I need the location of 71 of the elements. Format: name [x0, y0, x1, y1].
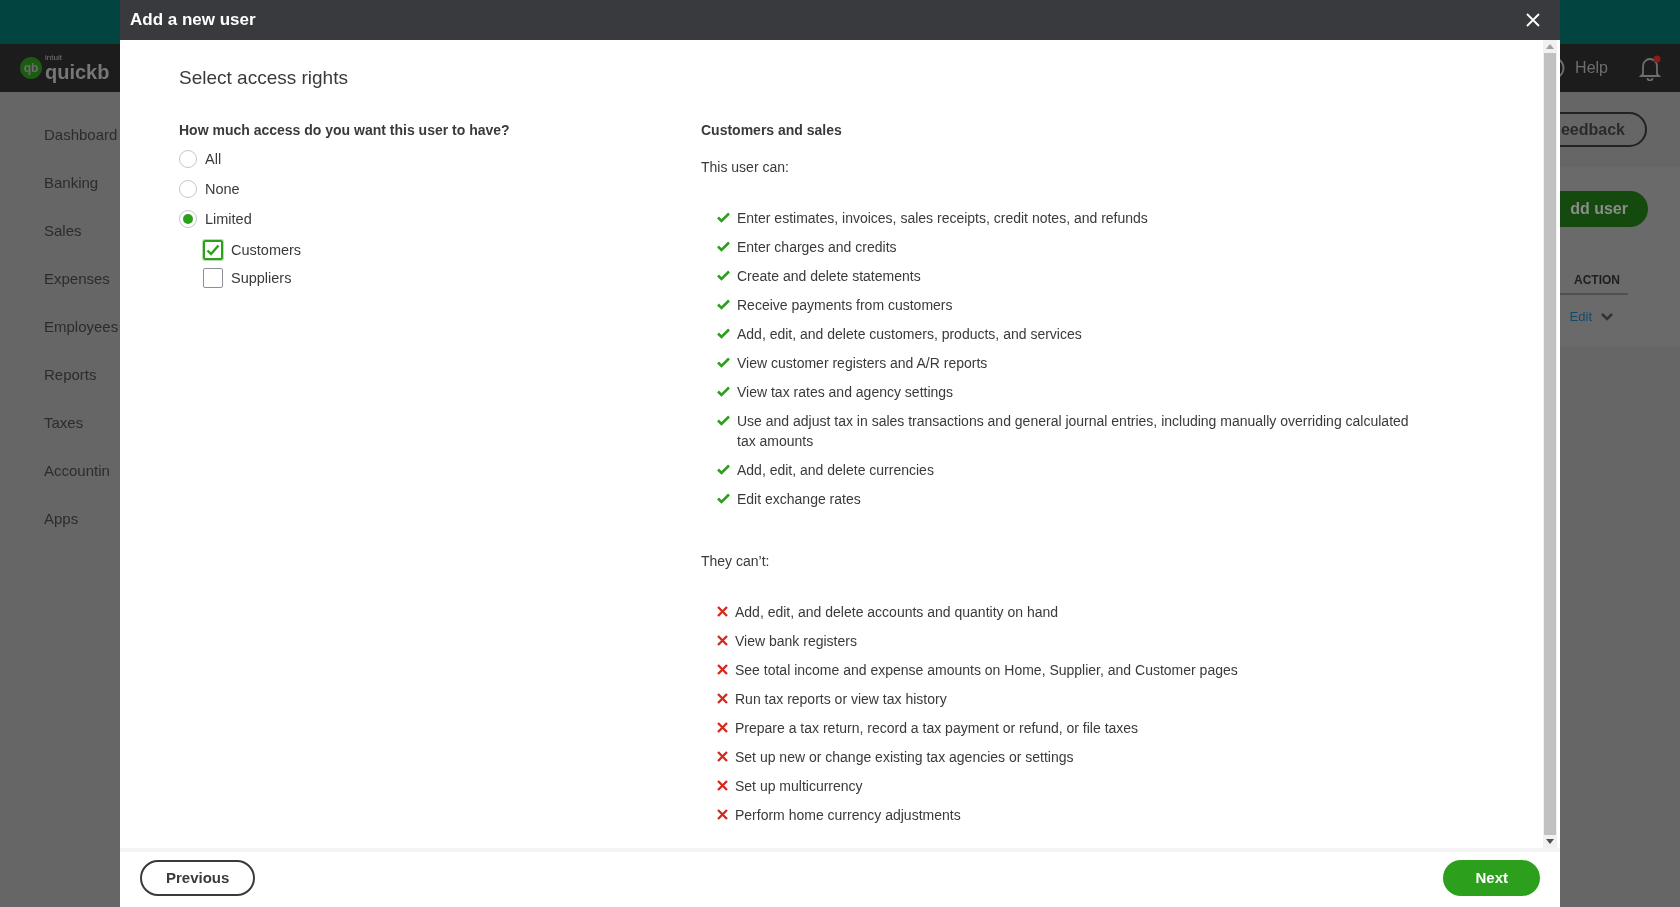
permission-text: Add, edit, and delete accounts and quantity on hand: [735, 603, 1059, 622]
scroll-down-icon[interactable]: [1546, 839, 1554, 844]
permission-text: Receive payments from customers: [737, 296, 953, 315]
logo-text: quickb: [45, 62, 110, 82]
bell-icon[interactable]: [1638, 55, 1662, 81]
question-label: How much access do you want this user to have?: [179, 121, 511, 140]
close-icon[interactable]: [1526, 13, 1540, 27]
permission-text: See total income and expense amounts on Home, Supplier, and Customer pages: [735, 661, 1238, 680]
scrollbar[interactable]: [1543, 40, 1557, 848]
check-icon: [717, 299, 730, 310]
check-icon: [717, 415, 730, 426]
check-icon: [717, 464, 730, 475]
next-button[interactable]: Next: [1443, 859, 1540, 896]
cross-icon: [717, 606, 728, 617]
nav-item[interactable]: Dashboard: [44, 124, 120, 146]
permission-text: Enter estimates, invoices, sales receipts, credit notes, and refunds: [737, 209, 1148, 228]
permission-text: View bank registers: [735, 632, 857, 651]
section-heading: Select access rights: [179, 66, 349, 90]
check-icon: [717, 270, 730, 281]
dialog-title: Add a new user: [130, 10, 256, 30]
logo-mark: qb: [20, 57, 42, 79]
section-title: Customers and sales: [701, 121, 843, 140]
checkbox-label[interactable]: Suppliers: [231, 270, 292, 286]
previous-button[interactable]: Previous: [140, 859, 256, 896]
radio-label[interactable]: All: [205, 151, 222, 167]
logo-brand: intuit: [45, 54, 63, 62]
checkbox[interactable]: [203, 268, 223, 288]
checkbox[interactable]: [203, 240, 223, 260]
checkmark-icon: [206, 244, 220, 256]
permission-text: Perform home currency adjustments: [735, 806, 961, 825]
nav-item[interactable]: Taxes: [44, 412, 120, 434]
permission-text: Add, edit, and delete currencies: [737, 461, 934, 480]
cross-icon: [717, 693, 728, 704]
list-intro: This user can:: [701, 158, 790, 177]
permission-text: Prepare a tax return, record a tax payment or refund, or file taxes: [735, 719, 1139, 738]
nav-item[interactable]: Reports: [44, 364, 120, 386]
nav-item[interactable]: Employees: [44, 316, 120, 338]
permission-text: Add, edit, and delete customers, products, and services: [737, 325, 1082, 344]
nav-item[interactable]: Sales: [44, 220, 120, 242]
check-icon: [717, 241, 730, 252]
nav-item[interactable]: Expenses: [44, 268, 120, 290]
permission-text: Use and adjust tax in sales transactions and general journal entries, including manually overriding calculated tax amounts: [737, 412, 1410, 451]
cross-icon: [717, 635, 728, 646]
cross-icon: [717, 722, 728, 733]
radio-label[interactable]: None: [205, 181, 240, 197]
check-icon: [717, 212, 730, 223]
permission-text: Edit exchange rates: [737, 490, 861, 509]
permission-text: View tax rates and agency settings: [737, 383, 954, 402]
chevron-icon[interactable]: [1600, 311, 1614, 322]
cross-icon: [717, 664, 728, 675]
permission-text: Set up new or change existing tax agencies or settings: [735, 748, 1074, 767]
check-icon: [717, 328, 730, 339]
permission-text: Create and delete statements: [737, 267, 921, 286]
nav-item[interactable]: Apps: [44, 508, 120, 530]
permission-text: Enter charges and credits: [737, 238, 897, 257]
permission-text: Run tax reports or view tax history: [735, 690, 947, 709]
permission-text: Set up multicurrency: [735, 777, 863, 796]
permission-text: View customer registers and A/R reports: [737, 354, 988, 373]
check-icon: [717, 357, 730, 368]
help-link[interactable]: Help: [1575, 59, 1608, 77]
check-icon: [717, 386, 730, 397]
nav-item[interactable]: Accountin: [44, 460, 120, 482]
edit-link[interactable]: Edit: [1569, 309, 1592, 324]
nav-item[interactable]: Banking: [44, 172, 120, 194]
checkbox-label[interactable]: Customers: [231, 242, 302, 258]
cross-icon: [717, 780, 728, 791]
list-intro: They can’t:: [701, 552, 771, 571]
cross-icon: [717, 809, 728, 820]
check-icon: [717, 493, 730, 504]
cross-icon: [717, 751, 728, 762]
radio-label[interactable]: Limited: [205, 211, 252, 227]
